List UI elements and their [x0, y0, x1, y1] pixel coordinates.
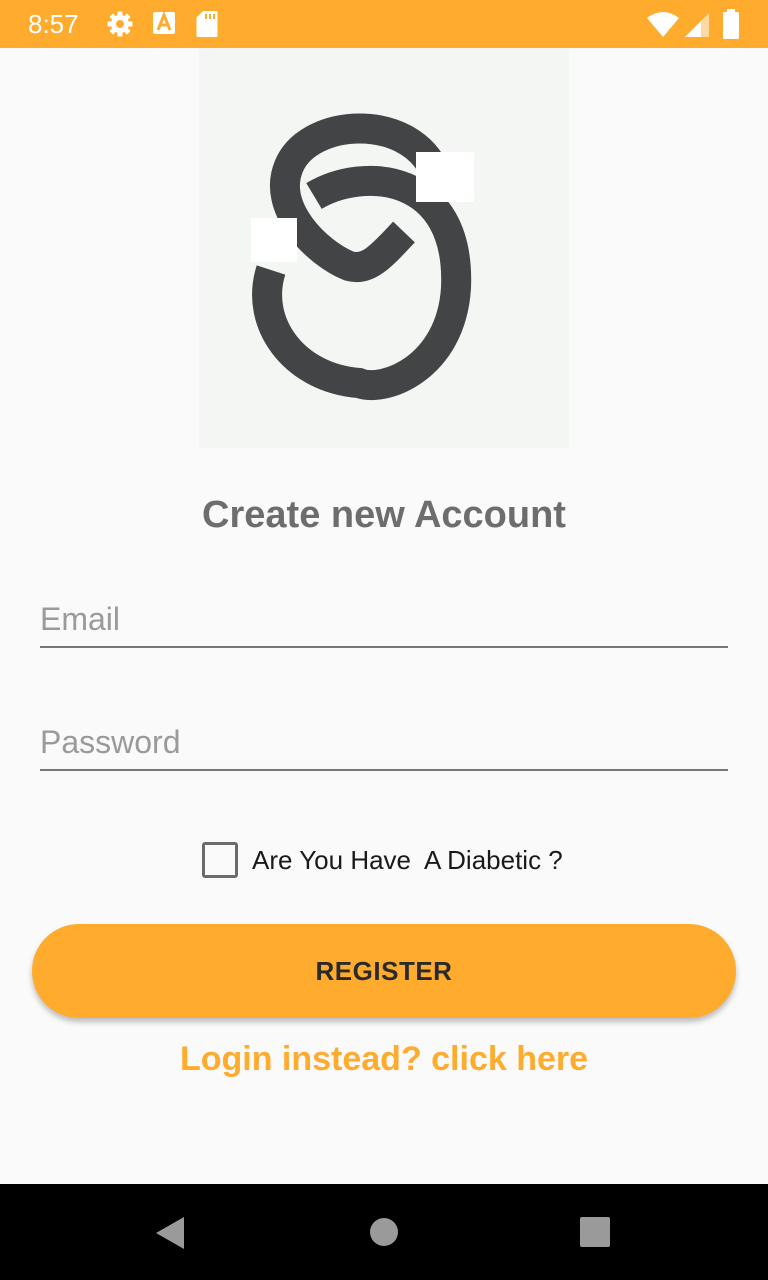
- register-button[interactable]: REGISTER: [32, 924, 736, 1018]
- gear-icon: [106, 10, 134, 43]
- battery-icon: [722, 8, 740, 45]
- status-time: 8:57: [28, 9, 79, 39]
- recents-icon[interactable]: [580, 1217, 610, 1252]
- s-loop-logo-icon: [251, 113, 474, 401]
- status-bar: 8:57: [0, 0, 768, 48]
- diabetic-checkbox-row[interactable]: Are You Have A Diabetic ?: [202, 842, 563, 878]
- navigation-bar: [0, 1184, 768, 1280]
- back-icon[interactable]: [155, 1216, 185, 1255]
- wifi-icon: [646, 12, 680, 43]
- sd-card-icon: [196, 10, 218, 43]
- home-icon[interactable]: [369, 1217, 399, 1252]
- page-title: Create new Account: [202, 494, 566, 536]
- login-instead-link[interactable]: Login instead? click here: [0, 1040, 768, 1079]
- email-field[interactable]: [40, 588, 728, 648]
- diabetic-checkbox-label[interactable]: Are You Have A Diabetic ?: [252, 845, 563, 876]
- email-input[interactable]: [40, 601, 728, 638]
- password-input[interactable]: [40, 724, 728, 761]
- signal-icon: [684, 12, 710, 43]
- diabetic-checkbox[interactable]: [202, 842, 238, 878]
- a-icon: [152, 10, 176, 43]
- app-logo: [199, 48, 569, 448]
- password-field[interactable]: [40, 711, 728, 771]
